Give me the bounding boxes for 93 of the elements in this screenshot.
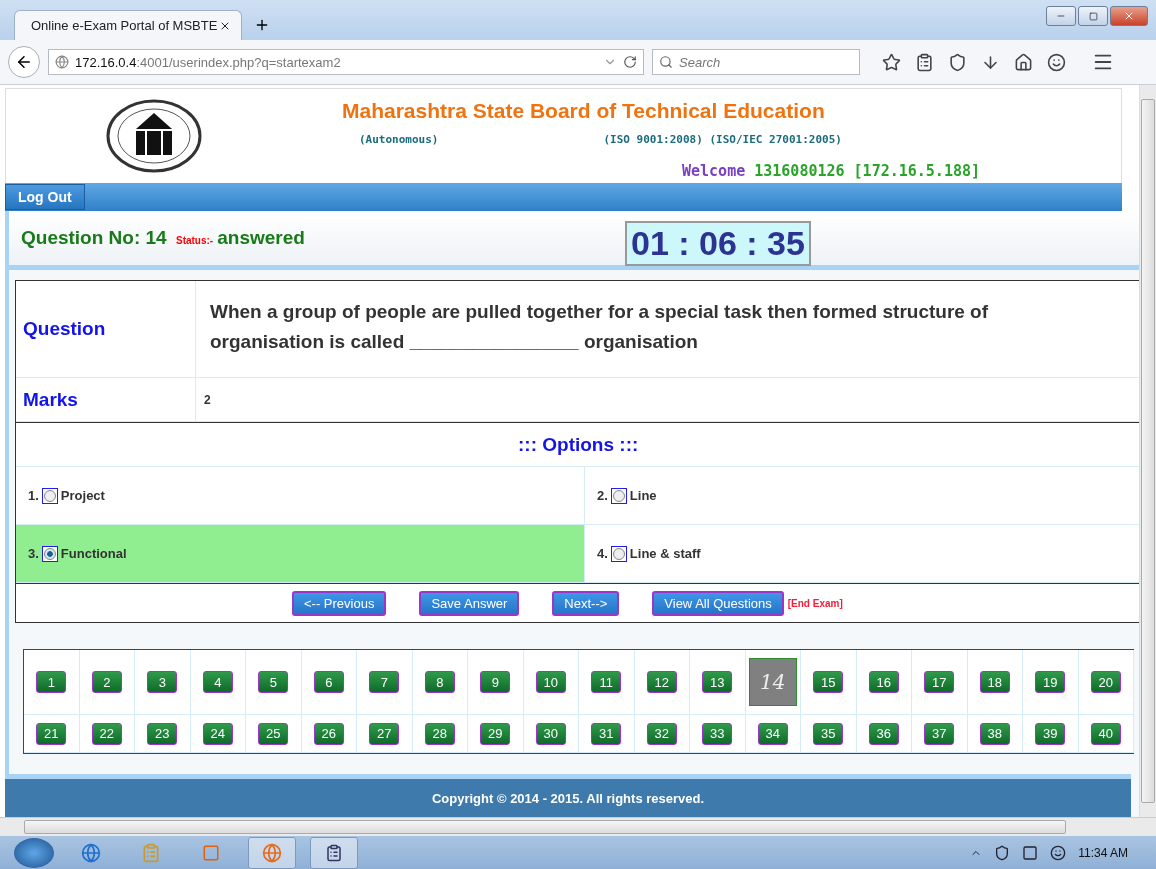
maximize-button[interactable] (1078, 6, 1108, 26)
home-icon[interactable] (1014, 52, 1033, 72)
nav-button[interactable]: View All Questions (652, 590, 784, 616)
question-number-button[interactable]: 29 (480, 722, 511, 745)
question-number-button[interactable]: 33 (702, 722, 733, 745)
browser-tab[interactable]: Online e-Exam Portal of MSBTE (14, 10, 242, 40)
radio-button[interactable] (610, 487, 627, 504)
question-number-button[interactable]: 31 (591, 722, 622, 745)
option-cell[interactable]: 1. Project (16, 467, 585, 525)
close-icon (1123, 10, 1135, 22)
maximize-icon (1088, 11, 1098, 21)
question-number-button[interactable]: 40 (1090, 722, 1121, 745)
copyright-text: Copyright © 2014 - 2015. All rights reserved. (431, 790, 705, 806)
horizontal-scrollbar[interactable] (0, 817, 1156, 836)
question-number-button[interactable]: 39 (1035, 722, 1066, 745)
start-button[interactable] (14, 837, 54, 868)
question-number-button[interactable]: 20 (1090, 671, 1121, 693)
welcome-text: Welcome 1316080126 [172.16.5.188] (682, 162, 982, 180)
nav-button[interactable]: Save Answer (419, 590, 520, 616)
question-number-button[interactable]: 27 (369, 722, 400, 745)
document-icon[interactable] (310, 836, 358, 869)
address-field[interactable]: 172.16.0.4:4001/userindex.php?q=startexam2 (48, 49, 644, 75)
certification-text: (ISO 9001:2008) (ISO/IEC 27001:2005) (603, 133, 842, 146)
marks-label: Marks (16, 378, 196, 421)
question-number-button[interactable]: 7 (369, 671, 400, 693)
question-number-button[interactable]: 5 (258, 671, 289, 693)
minimize-button[interactable] (1046, 6, 1076, 26)
reload-icon[interactable] (623, 55, 637, 69)
radio-button[interactable] (41, 545, 58, 562)
question-number-button[interactable]: 21 (36, 722, 67, 745)
clipboard-icon[interactable] (915, 52, 934, 72)
question-number-button[interactable]: 4 (202, 671, 233, 693)
question-number-button[interactable]: 34 (757, 722, 788, 745)
options-heading: ::: Options ::: (16, 422, 1139, 467)
question-number-button[interactable]: 13 (702, 671, 733, 693)
question-number-button[interactable]: 38 (979, 722, 1010, 745)
question-number-button[interactable]: 26 (313, 722, 344, 745)
question-number-button[interactable]: 2 (91, 671, 122, 693)
countdown-timer: 01 : 06 : 35 (625, 221, 811, 266)
question-number-button[interactable]: 15 (813, 671, 844, 693)
question-label: Question (16, 281, 196, 377)
option-number: 2. (597, 488, 608, 503)
question-number-button[interactable]: 35 (813, 722, 844, 745)
end-exam-link[interactable]: [End Exam] (787, 597, 843, 609)
option-number: 4. (597, 546, 608, 561)
back-button[interactable] (8, 46, 40, 78)
question-number-button[interactable]: 30 (535, 722, 566, 745)
question-text: When a group of people are pulled together for a special task then formed structure of organisation is called ________________ organisation (209, 300, 990, 354)
question-number-button[interactable]: 24 (202, 722, 233, 745)
question-number-button[interactable]: 12 (646, 671, 677, 693)
nav-button[interactable]: <-- Previous (292, 590, 387, 616)
radio-button[interactable] (610, 545, 627, 562)
option-number: 1. (28, 488, 39, 503)
question-number-button[interactable]: 22 (91, 722, 122, 745)
option-label: Line (629, 488, 657, 503)
question-number-button[interactable]: 28 (424, 722, 455, 745)
new-tab-icon[interactable] (254, 17, 270, 33)
star-icon[interactable] (882, 52, 901, 72)
question-number-button[interactable]: 1 (36, 671, 67, 693)
option-label: Project (60, 488, 105, 503)
smiley-icon[interactable] (1047, 52, 1066, 72)
option-number: 3. (28, 546, 39, 561)
question-number-button[interactable]: 9 (480, 671, 511, 693)
vertical-scrollbar[interactable] (1139, 85, 1156, 817)
question-number-button[interactable]: 14 (748, 658, 797, 706)
question-number-button[interactable]: 10 (535, 671, 566, 693)
question-number-button[interactable]: 3 (147, 671, 178, 693)
board-title: Maharashtra State Board of Technical Education (342, 99, 826, 123)
search-field[interactable]: Search (652, 49, 860, 75)
globe-icon (55, 55, 69, 69)
question-number-button[interactable]: 32 (646, 722, 677, 745)
question-number-button[interactable]: 37 (924, 722, 955, 745)
question-number-button[interactable]: 11 (591, 671, 622, 693)
close-button[interactable] (1110, 6, 1148, 26)
logout-button[interactable]: Log Out (5, 184, 85, 210)
question-number-button[interactable]: 6 (313, 671, 344, 693)
option-cell[interactable]: 3. Functional (16, 525, 585, 583)
clock-text: 11:34 AM (1078, 845, 1128, 860)
question-number-button[interactable]: 25 (258, 722, 289, 745)
question-number-button[interactable]: 16 (868, 671, 899, 693)
question-number-button[interactable]: 23 (147, 722, 178, 745)
radio-button[interactable] (41, 487, 58, 504)
question-number-button[interactable]: 18 (979, 671, 1010, 693)
subtitle: (Autonomous) (359, 133, 439, 146)
question-number-button[interactable]: 17 (924, 671, 955, 693)
question-status: Question No: 14 Status:- answered (21, 227, 305, 249)
option-label: Functional (60, 546, 127, 561)
option-label: Line & staff (629, 546, 701, 561)
question-number-button[interactable]: 36 (868, 722, 899, 745)
question-number-button[interactable]: 8 (424, 671, 455, 693)
nav-button[interactable]: Next--> (552, 590, 620, 616)
marks-value: 2 (203, 391, 212, 409)
question-number-button[interactable]: 19 (1035, 671, 1066, 693)
